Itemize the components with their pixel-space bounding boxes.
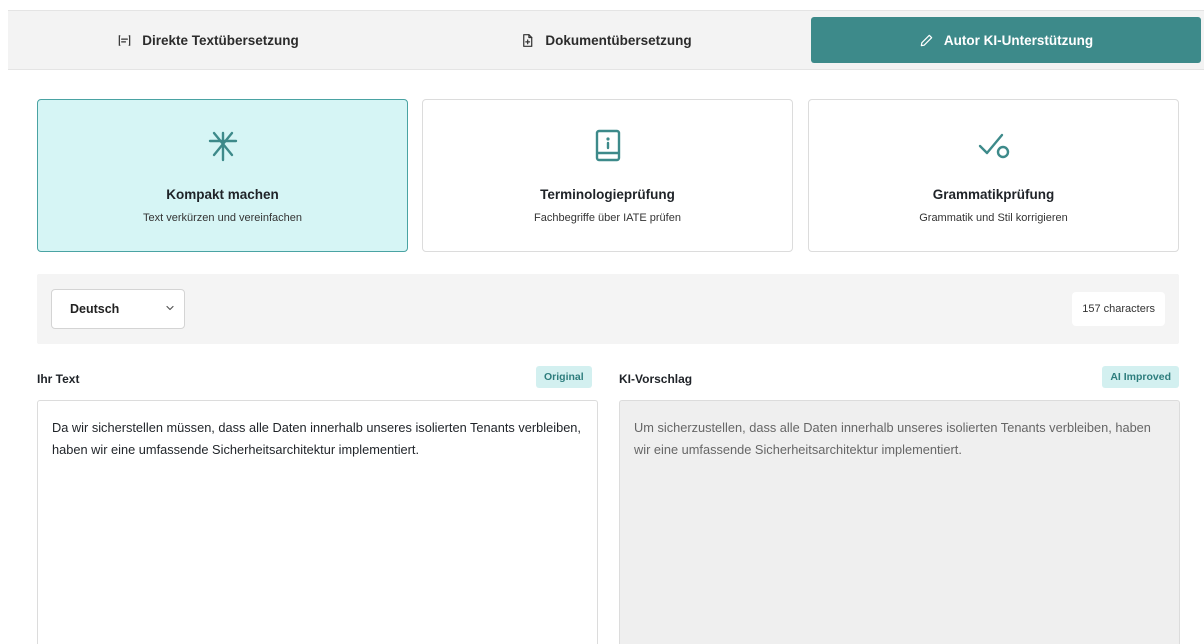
mode-tab-bar: Direkte Textübersetzung Dokumentübersetz…	[8, 10, 1204, 70]
card-compact[interactable]: Kompakt machen Text verkürzen und verein…	[37, 99, 408, 252]
card-subtitle: Grammatik und Stil korrigieren	[919, 212, 1068, 224]
card-title: Terminologieprüfung	[540, 187, 675, 202]
character-count-badge: 157 characters	[1072, 292, 1165, 326]
suggestion-panel-label: KI-Vorschlag	[619, 372, 693, 386]
text-lines-icon	[118, 34, 131, 46]
language-select-value: Deutsch	[70, 302, 120, 316]
tab-label: Autor KI-Unterstützung	[943, 32, 1094, 48]
input-text-area[interactable]: Da wir sicherstellen müssen, dass alle D…	[37, 400, 598, 644]
card-title: Kompakt machen	[166, 187, 279, 202]
card-subtitle: Fachbegriffe über IATE prüfen	[534, 212, 681, 224]
compress-asterisk-icon	[208, 131, 237, 162]
language-select[interactable]: Deutsch	[51, 289, 185, 329]
book-info-icon	[595, 129, 620, 162]
language-toolbar: Deutsch 157 characters	[37, 274, 1179, 344]
tab-author-ai-support[interactable]: Autor KI-Unterstützung	[811, 17, 1201, 63]
document-plus-icon	[523, 33, 533, 47]
pencil-icon	[920, 34, 933, 46]
tab-label: Dokumentübersetzung	[545, 32, 692, 48]
chevron-down-icon	[166, 305, 174, 311]
tab-direct-text-translation[interactable]: Direkte Textübersetzung	[18, 17, 398, 63]
original-badge: Original	[536, 366, 592, 388]
input-panel-label: Ihr Text	[37, 372, 80, 386]
ai-suggestion-text-area: Um sicherzustellen, dass alle Daten inne…	[619, 400, 1180, 644]
card-terminology-check[interactable]: Terminologieprüfung Fachbegriffe über IA…	[422, 99, 793, 252]
tab-label: Direkte Textübersetzung	[142, 32, 299, 48]
ai-improved-badge: AI Improved	[1102, 366, 1179, 388]
check-circle-icon	[978, 133, 1009, 159]
card-grammar-check[interactable]: Grammatikprüfung Grammatik und Stil korr…	[808, 99, 1179, 252]
tab-document-translation[interactable]: Dokumentübersetzung	[416, 17, 796, 63]
card-title: Grammatikprüfung	[932, 187, 1055, 202]
card-subtitle: Text verkürzen und vereinfachen	[143, 212, 302, 224]
top-strip	[0, 0, 1204, 10]
